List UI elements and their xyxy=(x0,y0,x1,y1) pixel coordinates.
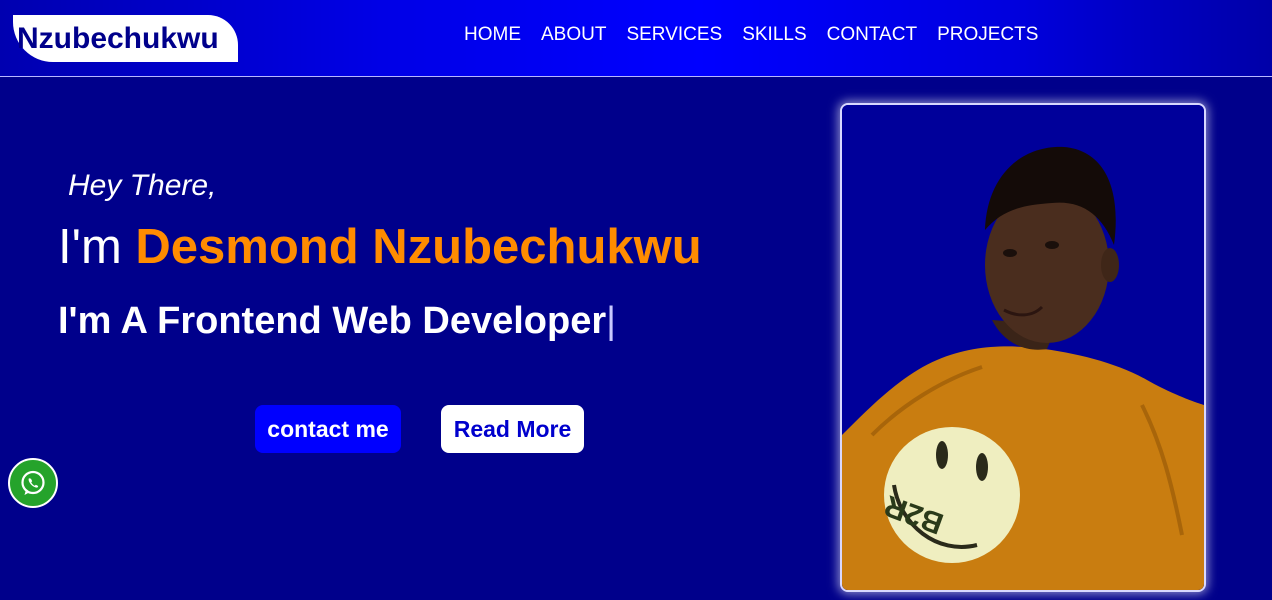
read-more-button[interactable]: Read More xyxy=(441,405,584,453)
hero-greeting: Hey There, xyxy=(68,169,217,202)
hero-intro: I'm Desmond Nzubechukwu xyxy=(58,219,702,275)
hero-name: Desmond Nzubechukwu xyxy=(135,220,702,274)
typing-cursor: | xyxy=(606,300,617,342)
main-nav: HOME ABOUT SERVICES SKILLS CONTACT PROJE… xyxy=(464,24,1058,46)
intro-prefix: I'm xyxy=(58,220,136,274)
whatsapp-button[interactable] xyxy=(8,458,58,508)
logo-text[interactable]: Nzubechukwu xyxy=(17,22,219,56)
profile-portrait: B2R xyxy=(842,105,1204,590)
nav-projects[interactable]: PROJECTS xyxy=(937,24,1038,46)
contact-me-button[interactable]: contact me xyxy=(255,405,401,453)
nav-home[interactable]: HOME xyxy=(464,24,521,46)
nav-services[interactable]: SERVICES xyxy=(626,24,722,46)
whatsapp-icon xyxy=(21,470,45,495)
site-logo[interactable]: Nzubechukwu xyxy=(13,15,238,62)
profile-photo: B2R xyxy=(840,103,1206,592)
nav-contact[interactable]: CONTACT xyxy=(827,24,917,46)
site-header: Nzubechukwu HOME ABOUT SERVICES SKILLS C… xyxy=(0,0,1272,77)
nav-skills[interactable]: SKILLS xyxy=(742,24,806,46)
role-text: I'm A Frontend Web Developer xyxy=(58,300,607,342)
nav-about[interactable]: ABOUT xyxy=(541,24,606,46)
hero-role: I'm A Frontend Web Developer| xyxy=(58,300,616,343)
